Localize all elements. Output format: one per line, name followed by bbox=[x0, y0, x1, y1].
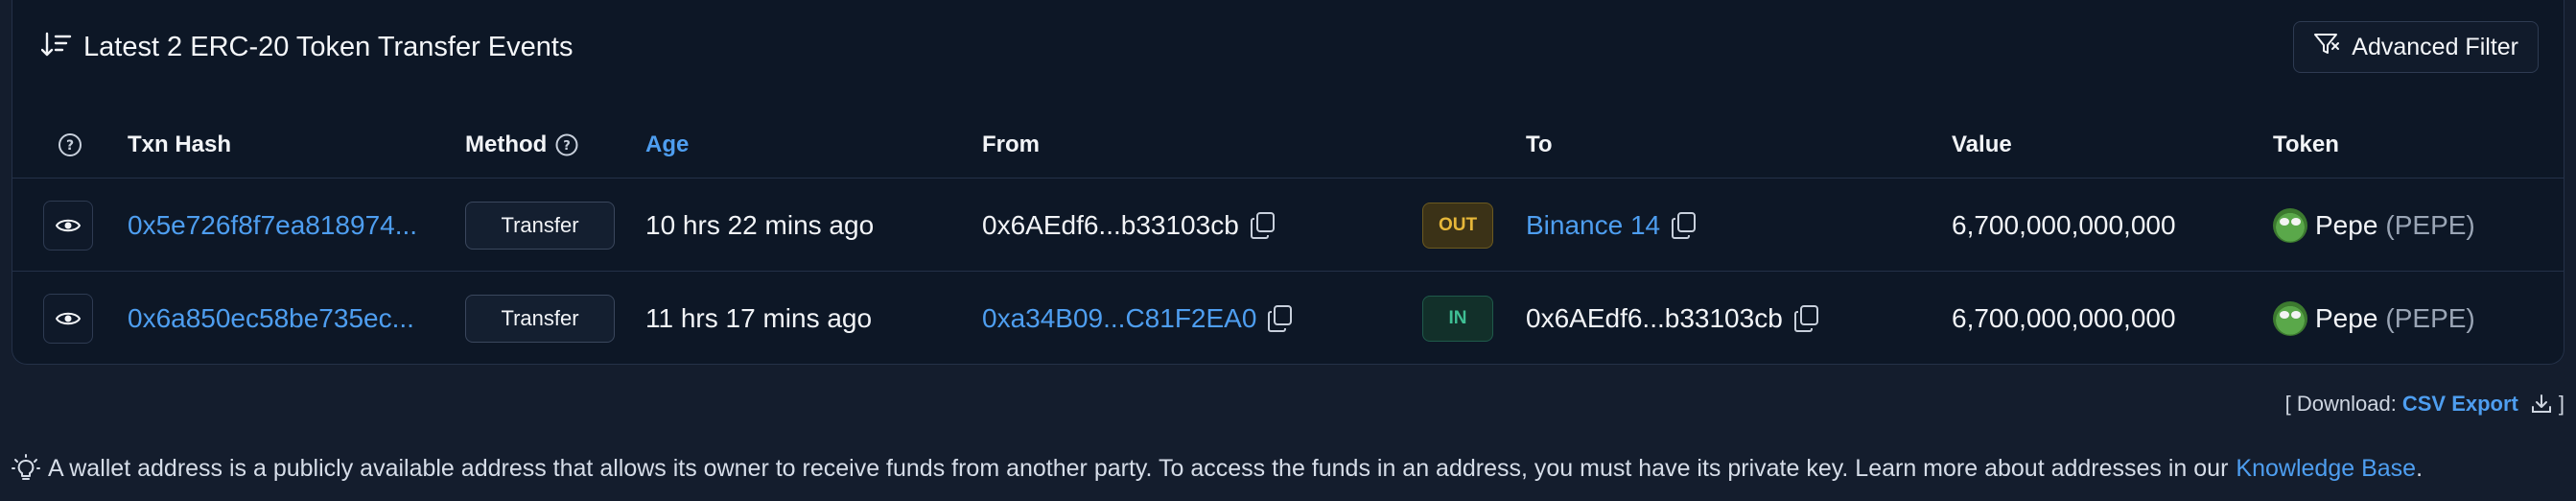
direction-out-label: OUT bbox=[1422, 202, 1493, 249]
copy-icon[interactable] bbox=[1672, 211, 1697, 239]
footer-note: A wallet address is a publicly available… bbox=[12, 454, 2423, 483]
download-bar: [ Download: CSV Export ] bbox=[2285, 392, 2564, 417]
pepe-token-icon bbox=[2273, 301, 2307, 336]
footer-text: A wallet address is a publicly available… bbox=[48, 454, 2229, 482]
method-badge: Transfer bbox=[465, 179, 615, 271]
lightbulb-icon bbox=[12, 454, 40, 483]
title-wrap: Latest 2 ERC-20 Token Transfer Events bbox=[40, 31, 574, 64]
col-method-label: Method bbox=[465, 131, 548, 157]
advanced-filter-label: Advanced Filter bbox=[2352, 33, 2518, 60]
copy-icon[interactable] bbox=[1250, 211, 1276, 239]
token-name: Pepe bbox=[2315, 209, 2378, 240]
from-address-link[interactable]: 0xa34B09...C81F2EA0 bbox=[982, 303, 1256, 334]
card-header: Latest 2 ERC-20 Token Transfer Events Ad… bbox=[12, 0, 2564, 94]
age-text: 11 hrs 17 mins ago bbox=[645, 303, 873, 333]
from-cell: 0xa34B09...C81F2EA0 bbox=[982, 273, 1293, 365]
download-icon[interactable] bbox=[2530, 393, 2553, 416]
token-name: Pepe bbox=[2315, 303, 2378, 333]
table-row: 0x6a850ec58be735ec... Transfer 11 hrs 17… bbox=[12, 273, 2564, 365]
from-address: 0x6AEdf6...b33103cb bbox=[982, 209, 1239, 240]
download-prefix: [ Download: bbox=[2284, 392, 2397, 416]
col-value: Value bbox=[1952, 131, 2012, 157]
token-transfers-card: Latest 2 ERC-20 Token Transfer Events Ad… bbox=[12, 0, 2564, 365]
csv-export-link[interactable]: CSV Export bbox=[2402, 392, 2518, 417]
filter-icon bbox=[2313, 32, 2342, 63]
footer-end: . bbox=[2416, 454, 2424, 482]
direction-in-label: IN bbox=[1422, 296, 1493, 342]
table-row: 0x5e726f8f7ea818974... Transfer 10 hrs 2… bbox=[12, 179, 2564, 272]
from-cell: 0x6AEdf6...b33103cb bbox=[982, 179, 1276, 271]
page-title: Latest 2 ERC-20 Token Transfer Events bbox=[83, 31, 574, 62]
col-txn-hash: Txn Hash bbox=[128, 131, 232, 157]
copy-icon[interactable] bbox=[1268, 305, 1293, 332]
eye-button[interactable] bbox=[43, 273, 93, 365]
to-address: 0x6AEdf6...b33103cb bbox=[1526, 303, 1783, 333]
knowledge-base-link[interactable]: Knowledge Base bbox=[2236, 455, 2416, 483]
svg-text:?: ? bbox=[564, 139, 572, 154]
eye-button[interactable] bbox=[43, 179, 93, 271]
svg-text:?: ? bbox=[66, 138, 74, 154]
pepe-token-icon bbox=[2273, 207, 2307, 243]
token-cell[interactable]: Pepe (PEPE) bbox=[2273, 273, 2475, 365]
age-text: 10 hrs 22 mins ago bbox=[645, 209, 875, 240]
sort-desc-icon bbox=[40, 31, 72, 64]
col-to: To bbox=[1526, 131, 1553, 157]
copy-icon[interactable] bbox=[1793, 305, 1819, 332]
value-text: 6,700,000,000,000 bbox=[1952, 209, 2176, 240]
to-cell: 0x6AEdf6...b33103cb bbox=[1526, 273, 1819, 365]
eye-icon bbox=[43, 294, 93, 344]
txn-hash-link[interactable]: 0x5e726f8f7ea818974... bbox=[128, 179, 417, 271]
col-method: Method ? bbox=[465, 111, 579, 178]
to-cell: Binance 14 bbox=[1526, 179, 1697, 271]
col-age[interactable]: Age bbox=[645, 111, 689, 178]
table-header-row: ? Txn Hash Method ? Age From To Value To… bbox=[12, 111, 2564, 179]
download-suffix: ] bbox=[2558, 392, 2564, 416]
token-symbol: (PEPE) bbox=[2385, 303, 2475, 333]
column-info-icon[interactable]: ? bbox=[57, 111, 83, 178]
direction-badge: OUT bbox=[1422, 179, 1493, 271]
method-info-icon[interactable]: ? bbox=[554, 132, 579, 157]
value-text: 6,700,000,000,000 bbox=[1952, 303, 2176, 333]
token-symbol: (PEPE) bbox=[2385, 209, 2475, 240]
to-address-link[interactable]: Binance 14 bbox=[1526, 210, 1660, 241]
method-label: Transfer bbox=[465, 201, 615, 250]
col-token: Token bbox=[2273, 131, 2339, 157]
direction-badge: IN bbox=[1422, 273, 1493, 365]
token-cell[interactable]: Pepe (PEPE) bbox=[2273, 179, 2475, 271]
eye-icon bbox=[43, 200, 93, 250]
advanced-filter-button[interactable]: Advanced Filter bbox=[2293, 21, 2539, 73]
col-from: From bbox=[982, 131, 1040, 157]
method-label: Transfer bbox=[465, 295, 615, 343]
txn-hash-link[interactable]: 0x6a850ec58be735ec... bbox=[128, 273, 414, 365]
method-badge: Transfer bbox=[465, 273, 615, 365]
